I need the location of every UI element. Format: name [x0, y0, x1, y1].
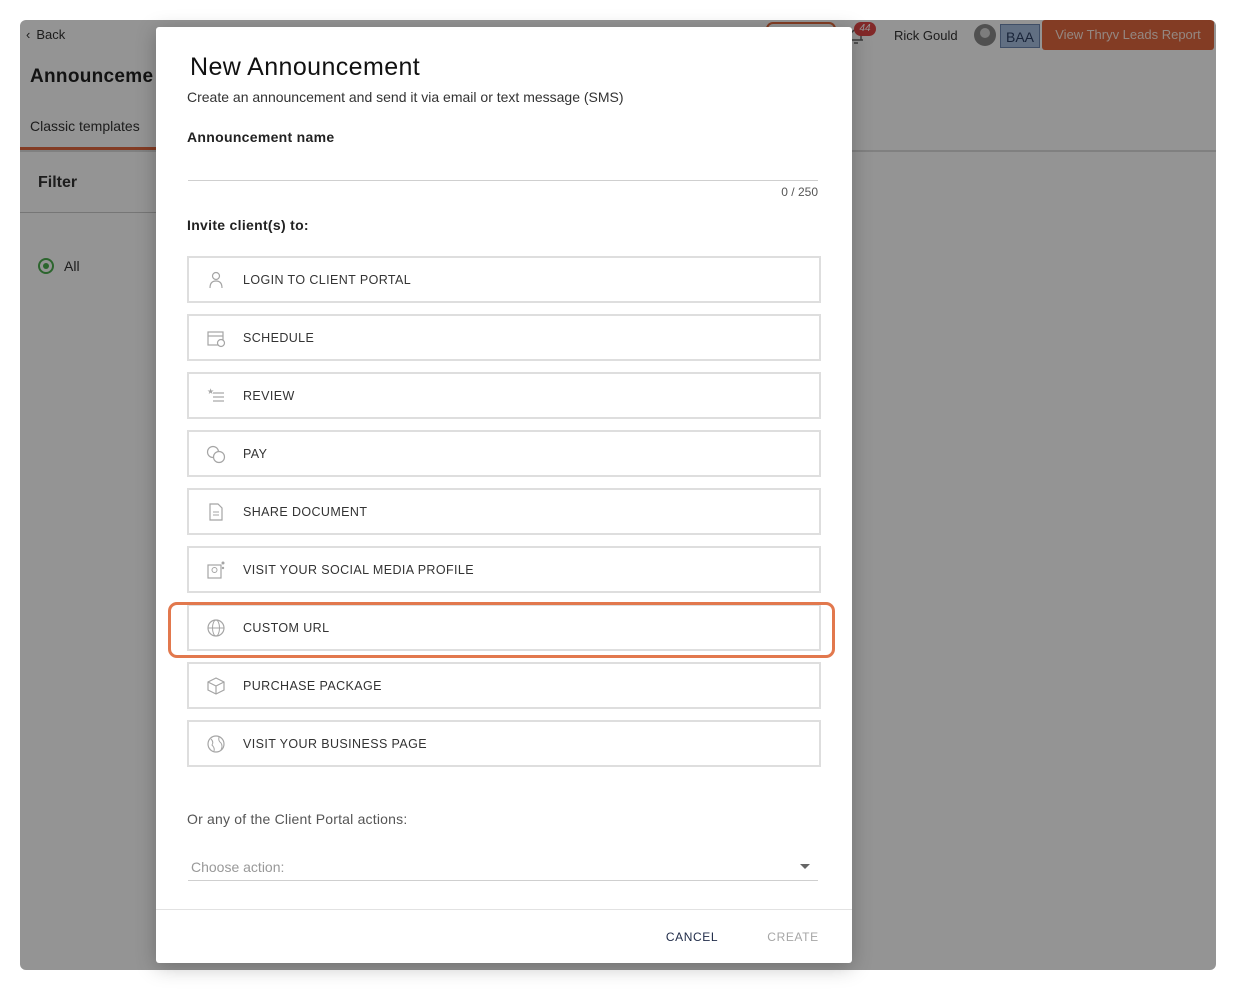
- announcement-name-label: Announcement name: [187, 129, 335, 145]
- social-profile-icon: [205, 559, 227, 581]
- option-label: REVIEW: [243, 388, 295, 403]
- option-label: PAY: [243, 446, 268, 461]
- create-button[interactable]: CREATE: [760, 927, 826, 947]
- option-custom-url[interactable]: CUSTOM URL: [187, 604, 821, 651]
- invite-options-list: LOGIN TO CLIENT PORTAL SCHEDULE ★ REVIEW…: [187, 256, 821, 778]
- invite-label: Invite client(s) to:: [187, 217, 309, 233]
- dialog-title: New Announcement: [190, 53, 421, 81]
- svg-text:★: ★: [207, 387, 214, 396]
- option-label: CUSTOM URL: [243, 620, 330, 635]
- announcement-name-input[interactable]: [188, 153, 818, 181]
- select-placeholder: Choose action:: [191, 858, 285, 875]
- option-visit-social-media[interactable]: VISIT YOUR SOCIAL MEDIA PROFILE: [187, 546, 821, 593]
- document-icon: [205, 501, 227, 523]
- option-label: VISIT YOUR BUSINESS PAGE: [243, 736, 427, 751]
- new-announcement-dialog: New Announcement Create an announcement …: [156, 27, 852, 963]
- caret-down-icon: [800, 864, 810, 869]
- option-schedule[interactable]: SCHEDULE: [187, 314, 821, 361]
- option-review[interactable]: ★ REVIEW: [187, 372, 821, 419]
- option-login-client-portal[interactable]: LOGIN TO CLIENT PORTAL: [187, 256, 821, 303]
- option-label: SCHEDULE: [243, 330, 315, 345]
- client-portal-actions-label: Or any of the Client Portal actions:: [187, 811, 408, 827]
- review-star-icon: ★: [205, 385, 227, 407]
- package-icon: [205, 675, 227, 697]
- choose-action-select[interactable]: Choose action:: [188, 853, 818, 881]
- option-label: SHARE DOCUMENT: [243, 504, 368, 519]
- option-label: VISIT YOUR SOCIAL MEDIA PROFILE: [243, 562, 474, 577]
- character-counter: 0 / 250: [781, 185, 818, 199]
- option-share-document[interactable]: SHARE DOCUMENT: [187, 488, 821, 535]
- option-purchase-package[interactable]: PURCHASE PACKAGE: [187, 662, 821, 709]
- footer-divider: [156, 909, 852, 910]
- coins-icon: [205, 443, 227, 465]
- option-pay[interactable]: PAY: [187, 430, 821, 477]
- dialog-subtitle: Create an announcement and send it via e…: [187, 89, 624, 105]
- calendar-icon: [205, 327, 227, 349]
- cancel-button[interactable]: CANCEL: [656, 927, 728, 947]
- user-portal-icon: [205, 269, 227, 291]
- globe-icon: [205, 617, 227, 639]
- option-label: PURCHASE PACKAGE: [243, 678, 382, 693]
- business-globe-icon: [205, 733, 227, 755]
- option-visit-business-page[interactable]: VISIT YOUR BUSINESS PAGE: [187, 720, 821, 767]
- option-label: LOGIN TO CLIENT PORTAL: [243, 272, 412, 287]
